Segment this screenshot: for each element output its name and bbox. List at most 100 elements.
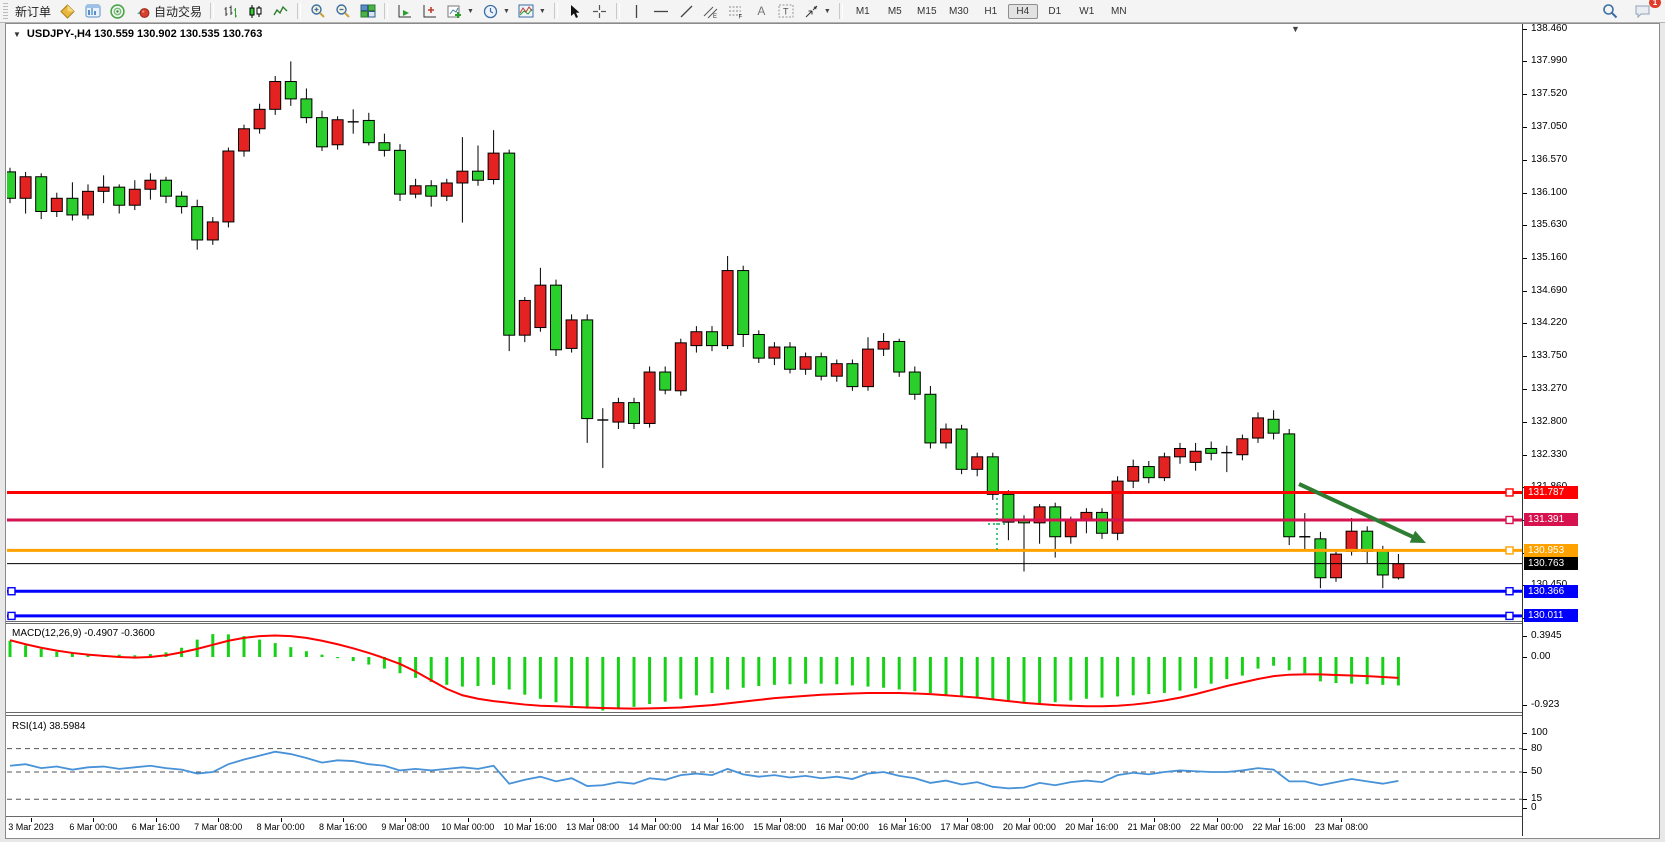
horizontal-line-button[interactable]	[649, 1, 674, 21]
line-handle	[8, 612, 15, 619]
chart-title[interactable]: ▼ USDJPY-,H4 130.559 130.902 130.535 130…	[13, 28, 262, 40]
zoom-in-button[interactable]	[305, 1, 330, 21]
price-tick-label: 137.520	[1531, 88, 1567, 99]
timeframe-m15-button[interactable]: M15	[912, 4, 942, 19]
candle	[878, 341, 889, 349]
objects-button[interactable]	[417, 1, 442, 21]
new-order-button[interactable]: 新订单	[11, 1, 55, 21]
candle	[395, 150, 406, 194]
rsi-tick	[1523, 799, 1527, 800]
zoom-out-icon	[334, 3, 351, 19]
timeframe-m30-button[interactable]: M30	[944, 4, 974, 19]
candle	[363, 120, 374, 142]
candle	[1143, 467, 1154, 478]
text-label-button[interactable]: T	[774, 1, 799, 21]
macd-tick	[1523, 657, 1527, 658]
text-button[interactable]: A	[749, 1, 774, 21]
period-clock-button[interactable]: ▼	[478, 1, 514, 21]
chart-profile-button[interactable]: ▼	[514, 1, 550, 21]
candle	[410, 186, 421, 194]
fibonacci-button[interactable]: F	[724, 1, 749, 21]
price-tick-label: 134.690	[1531, 285, 1567, 296]
rsi-tick-label: 0	[1531, 802, 1537, 813]
timeframe-h1-button[interactable]: H1	[976, 4, 1006, 19]
new-chart-button[interactable]: ▼	[442, 1, 478, 21]
tile-windows-icon	[359, 3, 376, 19]
chart-dropdown-icon[interactable]: ▼	[13, 30, 21, 39]
time-tick-label: 23 Mar 08:00	[1315, 822, 1368, 832]
line-price-label: 130.011	[1524, 609, 1578, 622]
time-tick-label: 21 Mar 08:00	[1128, 822, 1181, 832]
candle	[925, 394, 936, 443]
timeframe-mn-button[interactable]: MN	[1104, 4, 1134, 19]
search-button[interactable]	[1597, 1, 1622, 21]
rsi-tick-label: 80	[1531, 743, 1542, 754]
candle	[1377, 551, 1388, 575]
candle	[1393, 564, 1404, 578]
timeframe-h4-button[interactable]: H4	[1008, 4, 1038, 19]
candlestick-button[interactable]	[243, 1, 268, 21]
price-tick	[1523, 193, 1527, 194]
candle	[613, 403, 624, 422]
timeframe-m5-button[interactable]: M5	[880, 4, 910, 19]
time-tick-label: 10 Mar 00:00	[441, 822, 494, 832]
terminal-window-button[interactable]	[80, 1, 105, 21]
vertical-line-icon	[628, 3, 645, 19]
vertical-line-button[interactable]	[624, 1, 649, 21]
ohlc-bars-button[interactable]	[218, 1, 243, 21]
crosshair-button[interactable]	[587, 1, 612, 21]
candle	[1097, 512, 1108, 533]
time-tick-label: 6 Mar 16:00	[132, 822, 180, 832]
price-tick	[1523, 291, 1527, 292]
toolbar-separator	[839, 3, 843, 19]
autotrade-button[interactable]: 自动交易	[130, 1, 206, 21]
price-tick	[1523, 455, 1527, 456]
price-tick-label: 133.270	[1531, 383, 1567, 394]
line-chart-button[interactable]	[268, 1, 293, 21]
objects-icon	[421, 3, 438, 19]
main-chart[interactable]	[7, 24, 1522, 621]
toolbar-separator	[297, 3, 301, 19]
time-tick-label: 20 Mar 00:00	[1003, 822, 1056, 832]
candle	[488, 153, 499, 179]
time-axis[interactable]: 3 Mar 20236 Mar 00:006 Mar 16:007 Mar 08…	[6, 818, 1522, 835]
price-tick	[1523, 356, 1527, 357]
candle	[473, 171, 484, 180]
timeframe-w1-button[interactable]: W1	[1072, 4, 1102, 19]
price-tick-label: 132.800	[1531, 416, 1567, 427]
timeframe-d1-button[interactable]: D1	[1040, 4, 1070, 19]
toolbar-separator	[616, 3, 620, 19]
macd-tick-label: -0.923	[1531, 699, 1559, 710]
rsi-indicator-label: RSI(14) 38.5984	[12, 721, 85, 732]
zoom-out-button[interactable]	[330, 1, 355, 21]
time-tick-label: 8 Mar 16:00	[319, 822, 367, 832]
chat-button[interactable]: 1	[1630, 1, 1655, 21]
price-tick-label: 134.220	[1531, 317, 1567, 328]
arrows-button[interactable]: ▼	[799, 1, 835, 21]
timeframe-m1-button[interactable]: M1	[848, 4, 878, 19]
panel-separator[interactable]	[6, 712, 1658, 713]
indicators-button[interactable]	[392, 1, 417, 21]
candle	[426, 186, 437, 196]
rsi-panel[interactable]	[7, 717, 1522, 816]
candle	[722, 271, 733, 346]
time-tick-label: 20 Mar 16:00	[1065, 822, 1118, 832]
candle	[707, 332, 718, 346]
candle	[1003, 494, 1014, 522]
period-clock-icon	[482, 3, 499, 19]
channel-button[interactable]: E	[699, 1, 724, 21]
signal-button[interactable]	[105, 1, 130, 21]
toolbar-drag-handle[interactable]	[3, 3, 8, 19]
cursor-button[interactable]	[562, 1, 587, 21]
tile-windows-button[interactable]	[355, 1, 380, 21]
chart-gold-icon	[59, 3, 76, 19]
candle	[83, 191, 94, 215]
gold-chart-button[interactable]	[55, 1, 80, 21]
candle	[831, 364, 842, 377]
candle	[1253, 418, 1264, 438]
panel-separator[interactable]	[6, 621, 1658, 622]
trendline-button[interactable]	[674, 1, 699, 21]
macd-panel[interactable]	[7, 624, 1522, 712]
search-icon	[1601, 3, 1618, 19]
price-axis[interactable]: 138.460137.990137.520137.050136.570136.1…	[1522, 24, 1659, 836]
